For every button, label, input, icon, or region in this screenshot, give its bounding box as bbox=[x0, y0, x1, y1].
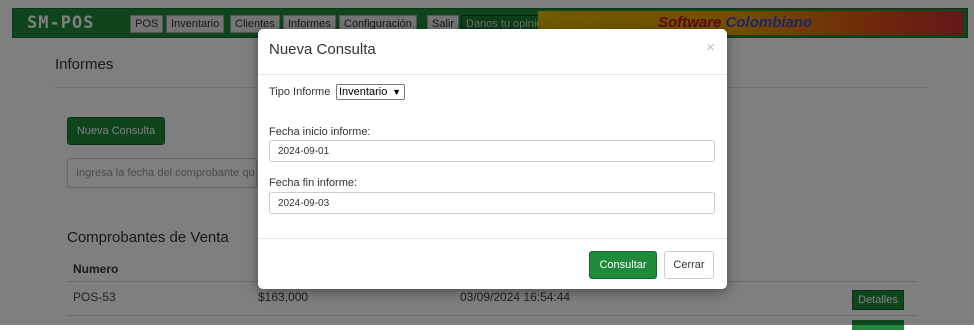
new-query-modal: Nueva Consulta × Tipo Informe Inventario… bbox=[258, 29, 727, 289]
chevron-down-icon: ▼ bbox=[392, 87, 401, 97]
start-date-label: Fecha inicio informe: bbox=[269, 126, 371, 138]
modal-footer-divider bbox=[258, 238, 727, 239]
report-type-value: Inventario bbox=[339, 86, 388, 98]
report-type-select[interactable]: Inventario ▼ bbox=[336, 84, 405, 100]
cerrar-button[interactable]: Cerrar bbox=[664, 251, 714, 279]
consultar-button[interactable]: Consultar bbox=[589, 251, 657, 279]
modal-header-divider bbox=[258, 74, 727, 75]
modal-title: Nueva Consulta bbox=[269, 41, 376, 58]
close-icon[interactable]: × bbox=[706, 39, 715, 56]
end-date-label: Fecha fin informe: bbox=[269, 177, 358, 189]
report-type-label: Tipo Informe bbox=[269, 86, 331, 98]
start-date-input[interactable]: 2024-09-01 bbox=[269, 140, 715, 162]
end-date-input[interactable]: 2024-09-03 bbox=[269, 192, 715, 214]
